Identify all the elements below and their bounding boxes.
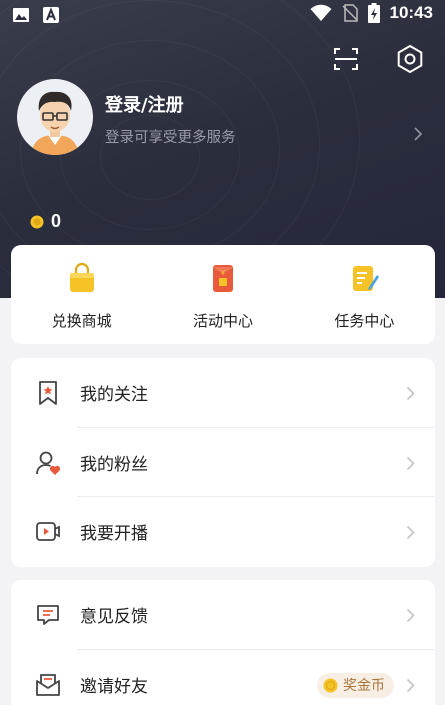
wifi-icon (310, 4, 332, 21)
reward-badge-text: 奖金币 (343, 678, 385, 694)
quick-action-label: 任务中心 (334, 312, 395, 330)
avatar-illustration (31, 91, 79, 155)
settings-icon[interactable] (393, 42, 427, 76)
coin-icon (323, 678, 338, 692)
login-hint: 登录可享受更多服务 (105, 130, 236, 146)
status-bar: 10:43 (0, 0, 445, 30)
quick-actions-card: 兑换商城 ¥ 活动中心 任务中心 (11, 245, 435, 344)
avatar[interactable] (17, 79, 93, 155)
live-video-icon (36, 522, 60, 541)
quick-action-tasks[interactable]: 任务中心 (294, 245, 435, 344)
status-time: 10:43 (389, 3, 433, 22)
menu-group-secondary: 意见反馈 邀请好友 奖金币 (11, 580, 435, 705)
menu-group-primary: 我的关注 我的粉丝 我要开播 (11, 358, 435, 567)
coin-balance[interactable]: 0 (30, 211, 61, 232)
app-notification-icon (43, 7, 59, 23)
menu-item-label: 意见反馈 (80, 607, 148, 628)
user-heart-icon (36, 451, 61, 475)
quick-action-activity[interactable]: ¥ 活动中心 (152, 245, 293, 344)
no-sim-icon (341, 4, 358, 22)
battery-charging-icon (367, 3, 380, 23)
coin-count: 0 (51, 211, 62, 231)
quick-action-mall[interactable]: 兑换商城 (11, 245, 152, 344)
chevron-right-icon (406, 525, 415, 540)
chevron-right-icon (406, 456, 415, 470)
menu-item-invite-friends[interactable]: 邀请好友 奖金币 (11, 650, 435, 705)
quick-action-label: 兑换商城 (51, 312, 112, 330)
reward-badge: 奖金币 (317, 672, 394, 698)
menu-item-label: 邀请好友 (80, 676, 148, 697)
chevron-right-icon (406, 386, 415, 401)
task-note-icon (353, 266, 380, 291)
scan-icon[interactable] (329, 42, 363, 76)
menu-item-label: 我要开播 (80, 524, 148, 545)
chevron-right-icon[interactable] (413, 126, 423, 142)
feedback-message-icon (37, 605, 59, 625)
svg-text:¥: ¥ (221, 269, 226, 277)
coin-icon (30, 215, 44, 228)
gallery-icon (13, 8, 29, 22)
menu-item-label: 我的关注 (80, 385, 148, 406)
invite-envelope-icon (36, 673, 60, 696)
quick-action-label: 活动中心 (192, 312, 253, 330)
menu-item-fans[interactable]: 我的粉丝 (11, 428, 435, 497)
chevron-right-icon (406, 608, 415, 623)
menu-item-go-live[interactable]: 我要开播 (11, 497, 435, 567)
menu-item-label: 我的粉丝 (80, 454, 148, 475)
bookmark-star-icon (39, 381, 57, 405)
menu-item-following[interactable]: 我的关注 (11, 358, 435, 428)
chevron-right-icon (406, 678, 415, 692)
menu-item-feedback[interactable]: 意见反馈 (11, 580, 435, 650)
red-envelope-icon: ¥ (212, 265, 233, 292)
login-register-link[interactable]: 登录/注册 (105, 91, 184, 117)
shopping-bag-icon (69, 262, 94, 292)
